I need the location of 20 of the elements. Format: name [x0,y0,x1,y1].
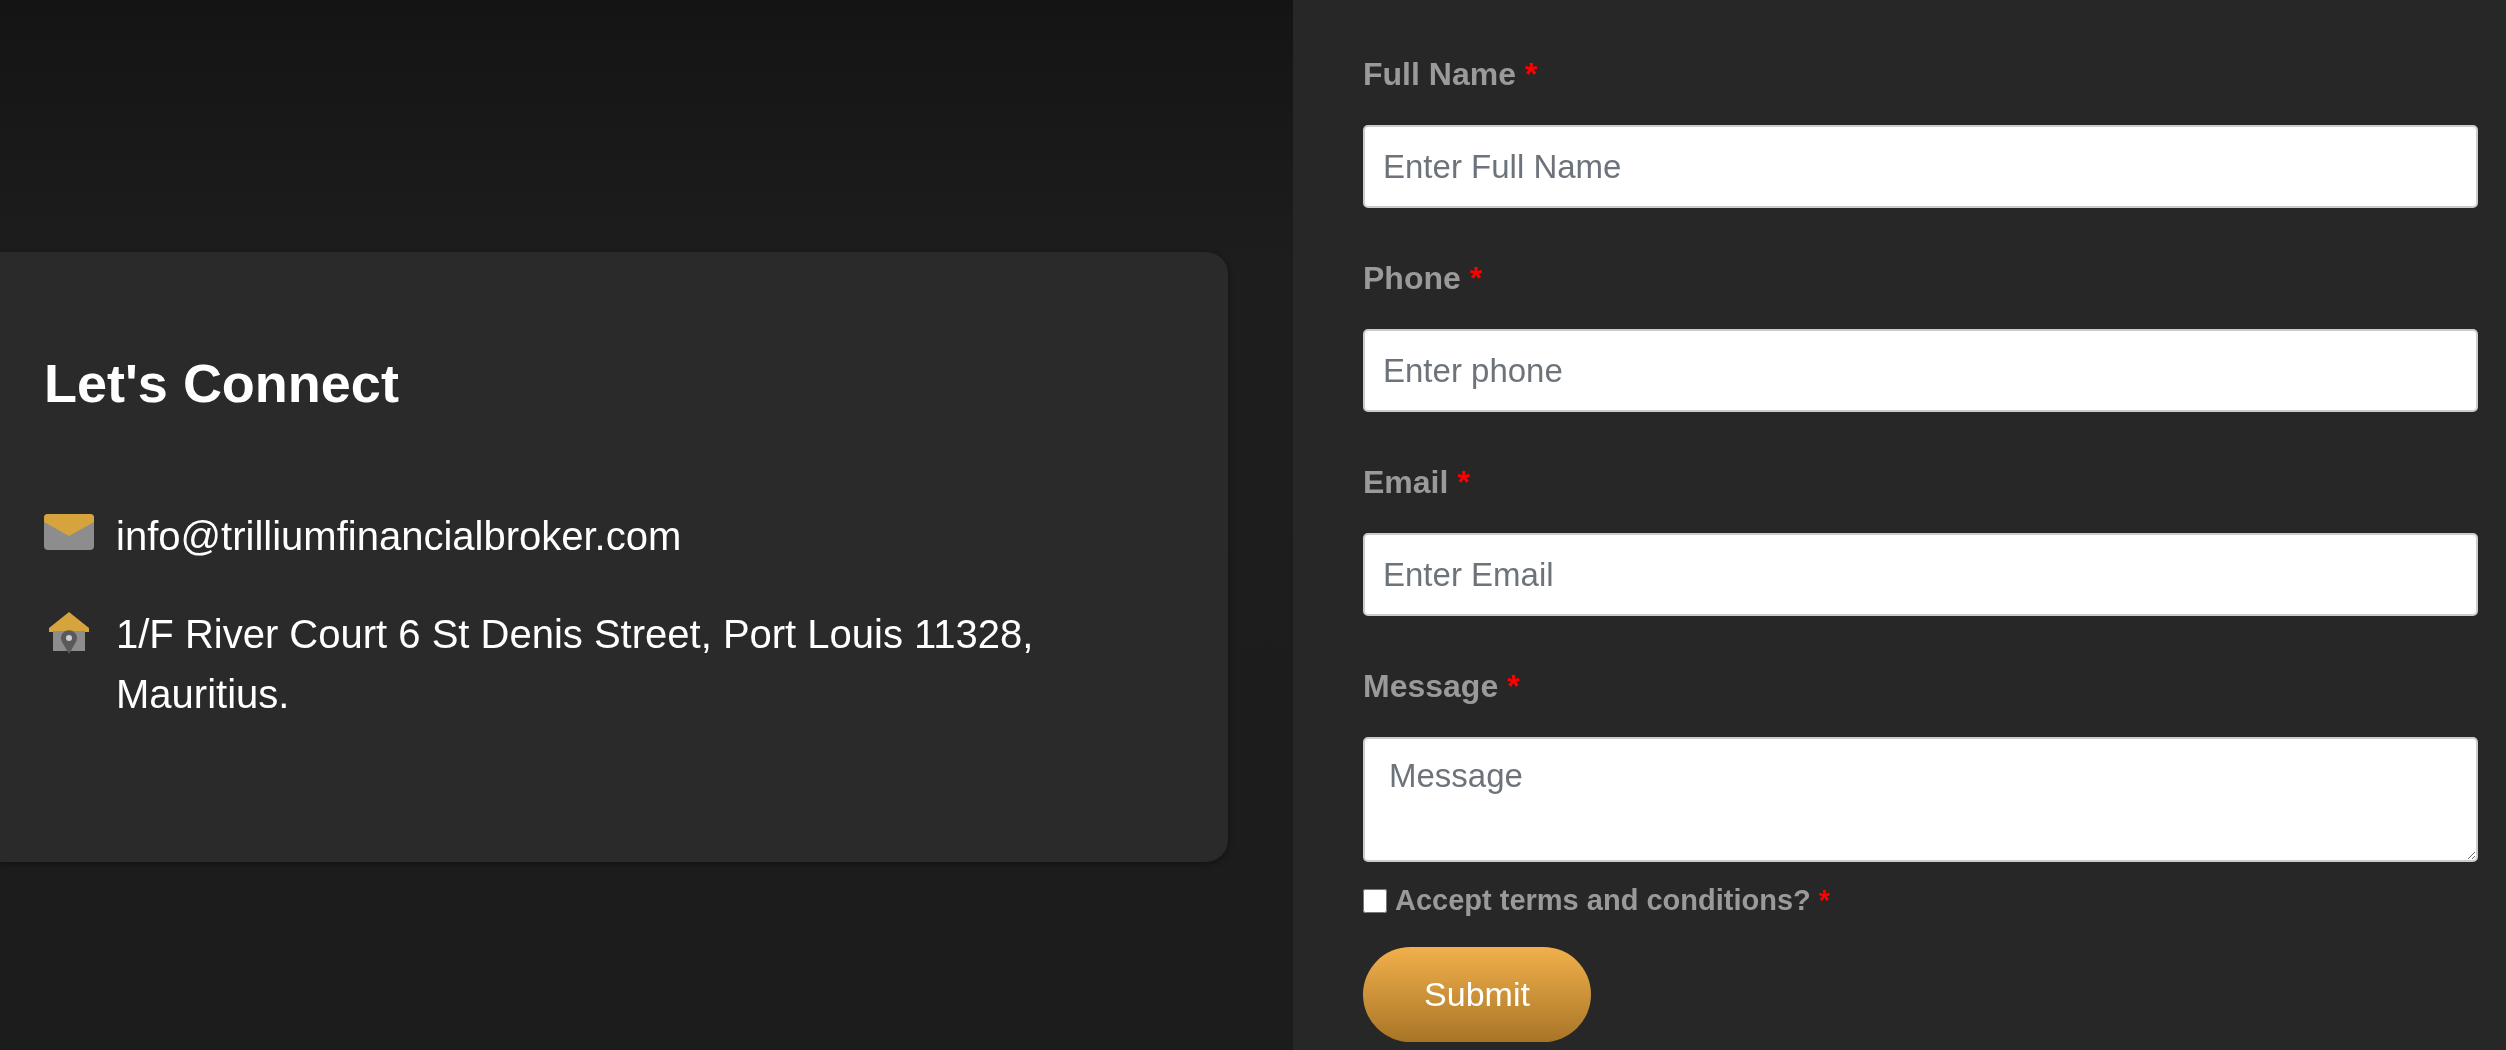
email-text: info@trilliumfinancialbroker.com [116,513,682,560]
input-field[interactable]: Enter phone [1363,329,2478,412]
required-mark: * [1818,884,1831,917]
required-mark: * [1457,464,1470,501]
field-label: Phone [1363,260,1461,297]
checkbox[interactable] [1363,888,1387,913]
field-label: Full Name [1363,56,1516,93]
input-field[interactable]: Enter Full Name [1363,125,2478,208]
submit-button[interactable]: Submit [1363,947,1591,1042]
required-mark: * [1524,56,1538,93]
required-mark: * [1507,668,1520,705]
required-mark: * [1469,260,1483,297]
section-title: Let's Connect [44,352,399,414]
terms-label: Accept terms and conditions? [1395,884,1811,917]
field-label: Email [1363,464,1449,501]
field-label: Message [1363,668,1499,705]
address-text: 1/F River Court 6 St Denis Street, Port Louis 11328, Mauritius. [116,611,1035,718]
envelope-icon [44,514,94,550]
input-field[interactable]: Enter Email [1363,533,2478,616]
message-field[interactable]: Message [1363,737,2478,862]
